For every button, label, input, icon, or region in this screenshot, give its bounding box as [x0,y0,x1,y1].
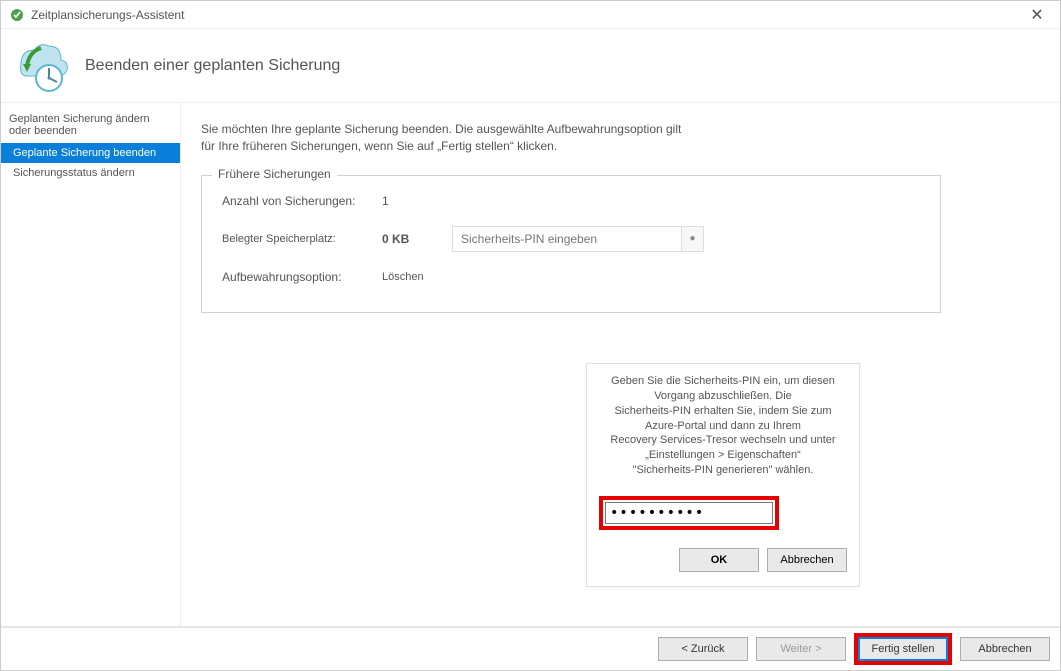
sidebar: Geplanten Sicherung ändern oder beenden … [1,103,181,626]
label-backup-count: Anzahl von Sicherungen: [222,194,382,208]
row-used-space: Belegter Speicherplatz: 0 KB ● [222,226,920,252]
back-button[interactable]: < Zurück [658,637,748,661]
row-retention: Aufbewahrungsoption: Löschen [222,270,920,284]
pin-ok-button[interactable]: OK [679,548,759,572]
intro-line1: Sie möchten Ihre geplante Sicherung been… [201,122,681,136]
cancel-button[interactable]: Abbrechen [960,637,1050,661]
pin-password-highlight [599,496,779,530]
sidebar-item-label: Sicherungsstatus ändern [13,167,135,179]
reveal-pin-icon[interactable]: ● [682,226,704,252]
value-retention: Löschen [382,271,442,283]
row-backup-count: Anzahl von Sicherungen: 1 [222,194,920,208]
close-icon[interactable]: ✕ [1022,5,1052,25]
security-pin-input[interactable] [452,226,682,252]
next-button: Weiter > [756,637,846,661]
pin-dialog-message: Geben Sie die Sicherheits-PIN ein, um di… [599,374,847,478]
pin-password-field[interactable] [605,502,773,524]
footer: < Zurück Weiter > Fertig stellen Abbrech… [1,628,1060,670]
pin-msg-l4: "Sicherheits-PIN generieren" wählen. [633,464,814,476]
intro-line2: für Ihre früheren Sicherungen, wenn Sie … [201,139,557,153]
sidebar-item-label: Geplante Sicherung beenden [13,147,156,159]
page-title: Beenden einer geplanten Sicherung [85,57,340,75]
finish-button[interactable]: Fertig stellen [858,637,948,661]
pin-msg-l2: Sicherheits-PIN erhalten Sie, indem Sie … [614,405,831,432]
previous-backups-group: Frühere Sicherungen Anzahl von Sicherung… [201,175,941,313]
sidebar-item-stop-backup[interactable]: Geplante Sicherung beenden [1,143,180,163]
body: Geplanten Sicherung ändern oder beenden … [1,103,1060,628]
sidebar-heading: Geplanten Sicherung ändern oder beenden [1,109,180,143]
wizard-window: Zeitplansicherungs-Assistent ✕ Beenden e… [0,0,1061,671]
pin-cancel-button[interactable]: Abbrechen [767,548,847,572]
value-backup-count: 1 [382,194,442,208]
titlebar: Zeitplansicherungs-Assistent ✕ [1,1,1060,29]
pin-msg-l3: Recovery Services-Tresor wechseln und un… [610,434,835,461]
main-panel: Sie möchten Ihre geplante Sicherung been… [181,103,1060,626]
intro-text: Sie möchten Ihre geplante Sicherung been… [201,121,861,155]
window-title: Zeitplansicherungs-Assistent [31,8,184,22]
security-pin-dialog: Geben Sie die Sicherheits-PIN ein, um di… [586,363,860,587]
value-used-space: 0 KB [382,232,442,246]
finish-highlight: Fertig stellen [854,633,952,665]
pin-msg-l1: Geben Sie die Sicherheits-PIN ein, um di… [611,375,835,402]
sidebar-item-change-status[interactable]: Sicherungsstatus ändern [1,163,180,183]
label-used-space: Belegter Speicherplatz: [222,233,382,245]
label-retention: Aufbewahrungsoption: [222,270,382,284]
header: Beenden einer geplanten Sicherung [1,29,1060,103]
wizard-logo-icon [11,36,71,96]
app-icon [9,7,25,23]
groupbox-legend: Frühere Sicherungen [212,167,337,181]
